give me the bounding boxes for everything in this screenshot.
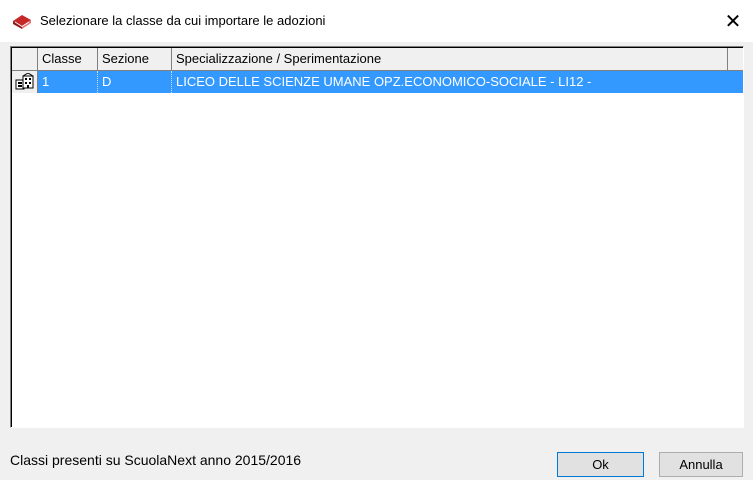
dialog-window: Selezionare la classe da cui importare l…	[0, 0, 753, 480]
cell-classe[interactable]: 1	[38, 71, 98, 93]
column-header-specializzazione[interactable]: Specializzazione / Sperimentazione	[172, 48, 728, 70]
header-corner	[727, 48, 743, 70]
close-button[interactable]: ✕	[713, 0, 753, 42]
row-indicator[interactable]	[12, 71, 38, 93]
status-label: Classi presenti su ScuolaNext anno 2015/…	[10, 452, 302, 468]
class-group-icon	[15, 72, 35, 96]
ok-button[interactable]: Ok	[557, 452, 644, 477]
column-header-sezione[interactable]: Sezione	[98, 48, 172, 70]
title-bar[interactable]: Selezionare la classe da cui importare l…	[0, 0, 753, 42]
classes-grid[interactable]: Classe Sezione Specializzazione / Sperim…	[10, 46, 744, 428]
cancel-button[interactable]: Annulla	[659, 452, 743, 477]
cell-specializzazione[interactable]: LICEO DELLE SCIENZE UMANE OPZ.ECONOMICO-…	[172, 71, 728, 93]
grid-header: Classe Sezione Specializzazione / Sperim…	[12, 48, 743, 71]
table-row[interactable]: 1 D LICEO DELLE SCIENZE UMANE OPZ.ECONOM…	[12, 71, 743, 93]
cell-sezione[interactable]: D	[98, 71, 172, 93]
column-header-classe[interactable]: Classe	[38, 48, 98, 70]
book-icon	[12, 14, 32, 30]
dialog-title: Selezionare la classe da cui importare l…	[40, 13, 326, 28]
row-indicator-header	[12, 48, 38, 70]
close-icon: ✕	[724, 10, 742, 33]
